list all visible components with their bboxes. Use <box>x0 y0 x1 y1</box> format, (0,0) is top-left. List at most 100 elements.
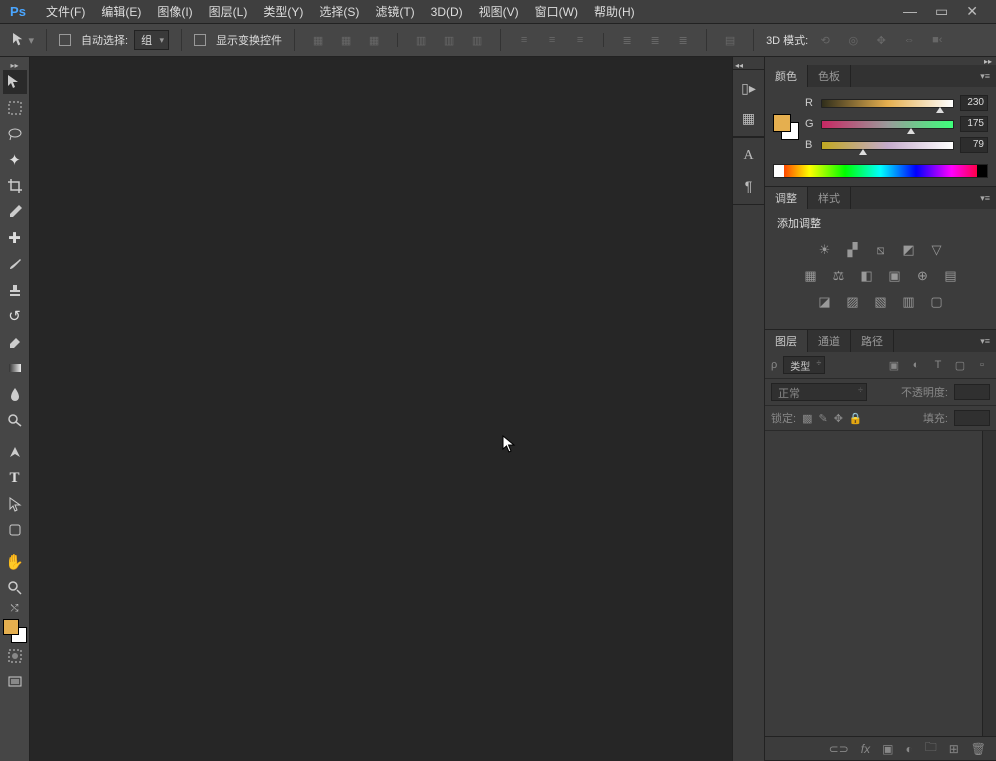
tab-color[interactable]: 颜色 <box>765 65 808 87</box>
lasso-tool[interactable] <box>3 122 27 146</box>
layer-fx-icon[interactable]: fx <box>861 742 870 756</box>
menu-3d[interactable]: 3D(D) <box>423 2 471 22</box>
auto-select-dropdown[interactable]: 组 <box>134 30 169 50</box>
r-value[interactable]: 230 <box>960 95 988 111</box>
shape-tool[interactable] <box>3 518 27 542</box>
brightness-icon[interactable]: ☀ <box>815 241 835 259</box>
paragraph-panel-icon[interactable]: ¶ <box>739 176 759 196</box>
poster-icon[interactable]: ▨ <box>843 293 863 311</box>
photofilter-icon[interactable]: ▣ <box>885 267 905 285</box>
vibrance-icon[interactable]: ▽ <box>927 241 947 259</box>
layer-filter-select[interactable]: 类型 <box>783 356 825 374</box>
menu-view[interactable]: 视图(V) <box>471 0 527 23</box>
dodge-tool[interactable] <box>3 408 27 432</box>
lock-all-icon[interactable]: 🔒 <box>849 412 863 425</box>
slide3d-icon[interactable]: ⇔ <box>898 29 920 51</box>
gradmap-icon[interactable]: ▥ <box>899 293 919 311</box>
filter-type-icon[interactable]: T <box>930 358 946 372</box>
character-panel-icon[interactable]: A <box>739 146 759 166</box>
move-tool-icon[interactable]: ▾ <box>12 29 34 51</box>
dist-vmid-icon[interactable]: ≡ <box>541 29 563 51</box>
menu-image[interactable]: 图像(I) <box>149 0 200 23</box>
wand-tool[interactable]: ✦ <box>3 148 27 172</box>
history-brush-tool[interactable]: ↺ <box>3 304 27 328</box>
menu-select[interactable]: 选择(S) <box>311 0 367 23</box>
auto-select-checkbox[interactable] <box>59 34 71 46</box>
close-icon[interactable]: ✕ <box>966 3 978 20</box>
curves-icon[interactable]: ⧅ <box>871 241 891 259</box>
new-layer-icon[interactable]: ⊞ <box>949 742 959 756</box>
right-collapse-icon[interactable]: ▸▸ <box>765 57 996 65</box>
tab-swatches[interactable]: 色板 <box>808 65 851 87</box>
blur-tool[interactable] <box>3 382 27 406</box>
blend-mode-select[interactable]: 正常 <box>771 383 867 401</box>
trash-icon[interactable]: 🗑 <box>971 742 986 756</box>
crop-tool[interactable] <box>3 174 27 198</box>
menu-type[interactable]: 类型(Y) <box>255 0 311 23</box>
align-left-icon[interactable]: ▥ <box>410 29 432 51</box>
align-hmid-icon[interactable]: ▥ <box>438 29 460 51</box>
dist-top-icon[interactable]: ≡ <box>513 29 535 51</box>
b-slider[interactable] <box>821 141 954 150</box>
dist-bottom-icon[interactable]: ≡ <box>569 29 591 51</box>
tab-styles[interactable]: 样式 <box>808 187 851 209</box>
bw-icon[interactable]: ◧ <box>857 267 877 285</box>
filter-adjust-icon[interactable]: ◐ <box>908 358 924 372</box>
lock-pos-icon[interactable]: ✥ <box>834 412 843 425</box>
layers-scrollbar[interactable] <box>982 431 996 736</box>
maximize-icon[interactable]: ▭ <box>935 3 948 20</box>
menu-file[interactable]: 文件(F) <box>38 0 93 23</box>
align-right-icon[interactable]: ▥ <box>466 29 488 51</box>
tab-paths[interactable]: 路径 <box>851 330 894 352</box>
adjust-panel-menu-icon[interactable]: ▾≡ <box>974 193 996 204</box>
levels-icon[interactable]: ▞ <box>843 241 863 259</box>
lock-paint-icon[interactable]: ✎ <box>818 412 827 425</box>
group-icon[interactable]: 🗀 <box>925 738 937 759</box>
color-swatches[interactable] <box>3 619 27 643</box>
pen-tool[interactable] <box>3 440 27 464</box>
filter-smart-icon[interactable]: ▫ <box>974 358 990 372</box>
properties-panel-icon[interactable]: ▦ <box>739 108 759 128</box>
menu-edit[interactable]: 编辑(E) <box>93 0 149 23</box>
history-panel-icon[interactable]: ▯▸ <box>739 78 759 98</box>
dist-right-icon[interactable]: ≣ <box>672 29 694 51</box>
foreground-swatch[interactable] <box>3 619 19 635</box>
dist-hmid-icon[interactable]: ≣ <box>644 29 666 51</box>
dock-collapse-icon[interactable]: ◂◂ <box>733 61 743 69</box>
chanmix-icon[interactable]: ⊕ <box>913 267 933 285</box>
eyedropper-tool[interactable] <box>3 200 27 224</box>
eraser-tool[interactable] <box>3 330 27 354</box>
threshold-icon[interactable]: ▧ <box>871 293 891 311</box>
brush-tool[interactable] <box>3 252 27 276</box>
swap-colors-icon[interactable]: ⤭ <box>3 602 27 614</box>
opacity-input[interactable] <box>954 384 990 400</box>
layers-panel-menu-icon[interactable]: ▾≡ <box>974 336 996 347</box>
g-slider[interactable] <box>821 120 954 129</box>
color-panel-menu-icon[interactable]: ▾≡ <box>974 71 996 82</box>
menu-help[interactable]: 帮助(H) <box>586 0 643 23</box>
screenmode-tool[interactable] <box>3 670 27 694</box>
canvas-area[interactable] <box>30 57 732 761</box>
color-fg-swatch[interactable] <box>773 114 791 132</box>
toolbox-collapse-icon[interactable]: ▸▸ <box>0 61 29 69</box>
auto-align-icon[interactable]: ▤ <box>719 29 741 51</box>
filter-shape-icon[interactable]: ▢ <box>952 358 968 372</box>
colbal-icon[interactable]: ⚖ <box>829 267 849 285</box>
dist-left-icon[interactable]: ≣ <box>616 29 638 51</box>
gradient-tool[interactable] <box>3 356 27 380</box>
menu-layer[interactable]: 图层(L) <box>201 0 256 23</box>
roll3d-icon[interactable]: ◎ <box>842 29 864 51</box>
exposure-icon[interactable]: ◩ <box>899 241 919 259</box>
fill-input[interactable] <box>954 410 990 426</box>
menu-filter[interactable]: 滤镜(T) <box>367 0 422 23</box>
align-top-icon[interactable]: ▦ <box>307 29 329 51</box>
hsl-icon[interactable]: ▦ <box>801 267 821 285</box>
quickmask-tool[interactable] <box>3 644 27 668</box>
layer-mask-icon[interactable]: ▣ <box>882 742 893 756</box>
invert-icon[interactable]: ◪ <box>815 293 835 311</box>
r-slider[interactable] <box>821 99 954 108</box>
move-tool[interactable] <box>3 70 27 94</box>
layers-list[interactable] <box>765 431 996 736</box>
stamp-tool[interactable] <box>3 278 27 302</box>
type-tool[interactable]: T <box>3 466 27 490</box>
